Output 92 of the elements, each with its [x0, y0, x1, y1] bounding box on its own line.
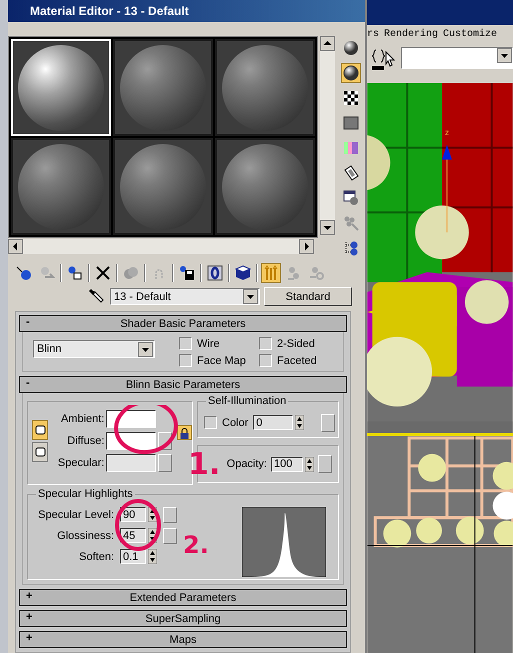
map-button[interactable] [163, 506, 177, 522]
field-label: Specular Level: [38, 508, 114, 520]
map-button[interactable] [158, 454, 172, 472]
shader-name: Blinn [37, 343, 62, 355]
material-name: 13 - Default [114, 290, 171, 302]
map-button[interactable] [318, 455, 332, 473]
window-sphere-icon[interactable] [343, 190, 359, 206]
sphere-icon[interactable] [343, 40, 359, 56]
scroll-up-icon[interactable] [320, 36, 335, 51]
option-label: 2-Sided [277, 338, 315, 350]
option-label: Wire [197, 338, 220, 350]
group-label: Self-Illumination [206, 395, 288, 407]
backlit-sphere-icon[interactable] [343, 65, 359, 81]
menu-item[interactable]: rs [367, 29, 380, 40]
option-label: Faceted [277, 354, 317, 366]
vertical-scrollbar[interactable] [320, 36, 335, 235]
color-swatch-unlock-icon[interactable] [32, 442, 48, 462]
rollout-header[interactable]: - Shader Basic Parameters [19, 315, 347, 332]
scroll-left-icon[interactable] [8, 239, 23, 254]
field-label: Opacity: [226, 458, 267, 470]
rollout-header[interactable]: + SuperSampling [19, 610, 347, 627]
braces-cursor-icon[interactable] [371, 46, 397, 73]
rollout-header[interactable]: - Blinn Basic Parameters [19, 376, 347, 393]
sphere-arrow-icon[interactable] [16, 265, 32, 281]
rollout-toggle: - [26, 316, 30, 328]
map-button[interactable] [321, 414, 336, 432]
scroll-right-icon[interactable] [299, 239, 314, 254]
sample-slot[interactable] [113, 39, 213, 136]
color-bars-icon[interactable] [343, 140, 359, 156]
checkbox[interactable] [259, 354, 272, 367]
spinner-field[interactable]: 100 [271, 456, 303, 472]
material-name-dropdown[interactable]: 13 - Default [110, 288, 260, 305]
hierarchy-icon[interactable] [343, 240, 359, 256]
menu-item[interactable]: Customize [443, 29, 498, 40]
color-label: Diffuse: [67, 435, 104, 447]
rollout-title: Maps [170, 634, 196, 646]
sample-slot[interactable] [11, 138, 111, 235]
color-label: Specular: [58, 457, 104, 469]
map-button[interactable] [163, 528, 177, 544]
checkbox[interactable] [179, 337, 192, 350]
spinner-field[interactable]: 0 [253, 415, 294, 430]
checkbox[interactable] [259, 337, 272, 350]
sample-slot[interactable] [215, 138, 315, 235]
zero-channel-icon[interactable] [207, 265, 223, 281]
horizontal-scrollbar[interactable] [8, 239, 314, 254]
checkbox[interactable] [204, 416, 217, 429]
square-icon[interactable] [343, 115, 359, 131]
material-type-button[interactable]: Standard [264, 287, 352, 306]
field-label: Soften: [79, 550, 114, 562]
lock-icon[interactable] [179, 426, 190, 438]
annotation-label: 2. [183, 533, 209, 557]
annotation-label: 1. [188, 450, 220, 480]
spinner-arrows-icon[interactable] [295, 415, 304, 430]
option-label: Face Map [197, 354, 246, 366]
spinner-arrows-icon[interactable] [148, 549, 157, 564]
color-swatch[interactable] [106, 454, 156, 472]
menu-item[interactable]: Rendering [384, 29, 438, 40]
sphere-disk-icon[interactable] [179, 265, 195, 281]
color-swatch-lock-icon[interactable] [32, 420, 48, 440]
window-title: Material Editor - 13 - Default [8, 0, 365, 22]
group-label: Specular Highlights [36, 488, 135, 500]
eyedropper-icon[interactable] [88, 288, 106, 306]
rollout-title: SuperSampling [145, 612, 221, 624]
rollout-toggle: + [26, 590, 32, 602]
rollout-toggle: + [26, 611, 32, 623]
checkbox-label: Color [222, 416, 248, 428]
spinner-field[interactable]: 0.1 [120, 549, 146, 564]
rollout-toggle: + [26, 632, 32, 644]
checkbox[interactable] [179, 354, 192, 367]
sample-slot[interactable] [113, 138, 213, 235]
spinner-field[interactable]: 90 [120, 507, 146, 522]
checker-icon[interactable] [343, 90, 359, 106]
checker-cube-icon[interactable] [235, 265, 251, 281]
scroll-down-icon[interactable] [320, 220, 335, 235]
sample-slot[interactable] [215, 39, 315, 136]
rollout-title: Shader Basic Parameters [120, 318, 246, 330]
rollout-header[interactable]: + Extended Parameters [19, 589, 347, 606]
color-swatch[interactable] [106, 410, 156, 428]
rollout-title: Extended Parameters [130, 592, 236, 604]
selection-set-field[interactable] [401, 46, 513, 69]
rollout-title: Blinn Basic Parameters [126, 378, 240, 390]
viewport-render-drawing: z [367, 82, 513, 434]
delete-icon[interactable] [95, 265, 111, 281]
annotation-circle [115, 499, 161, 551]
rollout-header[interactable]: + Maps [19, 631, 347, 648]
shader-dropdown[interactable]: Blinn [33, 340, 155, 358]
color-label: Ambient: [60, 413, 104, 425]
sphere-box-icon[interactable] [67, 265, 83, 281]
field-label: Glossiness: [57, 530, 114, 542]
rollout-toggle: - [26, 377, 30, 389]
spinner-arrows-icon[interactable] [305, 456, 314, 472]
spinner-field[interactable]: 45 [120, 528, 146, 543]
